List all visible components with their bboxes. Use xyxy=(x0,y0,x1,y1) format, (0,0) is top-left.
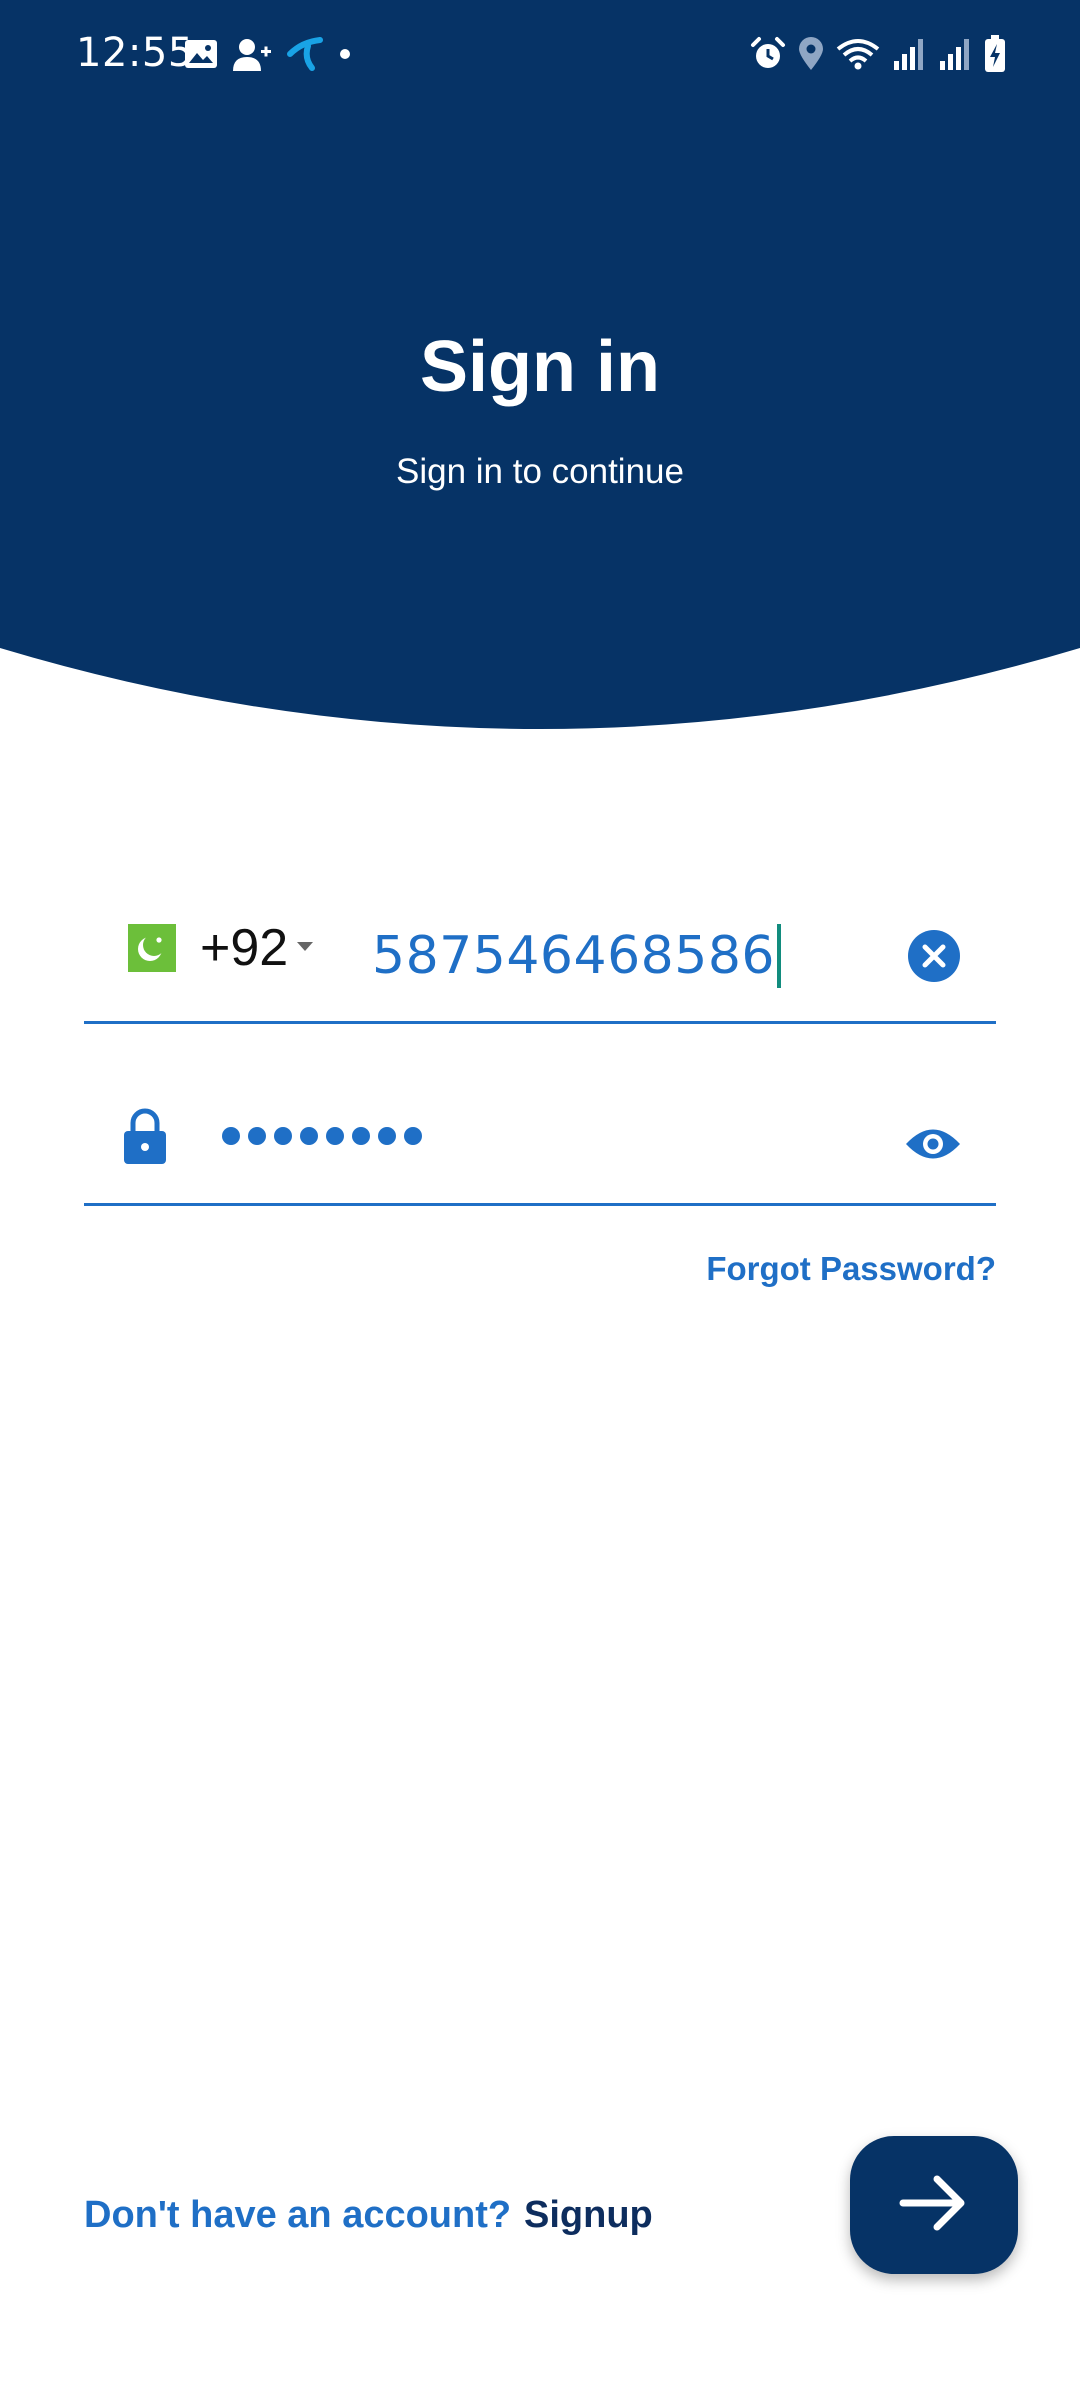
notification-dot-icon xyxy=(338,47,352,61)
battery-charging-icon xyxy=(984,35,1006,73)
clear-icon[interactable] xyxy=(906,928,962,984)
status-right-icons xyxy=(750,32,1006,76)
person-add-icon xyxy=(232,37,272,71)
country-code-selector[interactable]: +92 xyxy=(200,918,288,978)
wifi-icon xyxy=(836,37,880,71)
phone-number-input[interactable]: 587546468586 xyxy=(372,924,782,988)
password-mask-dot xyxy=(378,1127,396,1145)
page-subtitle: Sign in to continue xyxy=(396,452,684,491)
password-input[interactable] xyxy=(222,1121,422,1151)
password-mask-dot xyxy=(248,1127,266,1145)
password-mask-dot xyxy=(222,1127,240,1145)
arrow-right-icon xyxy=(899,2173,969,2238)
signal-icon xyxy=(938,37,972,71)
password-field[interactable] xyxy=(84,1085,996,1206)
text-cursor xyxy=(777,924,782,988)
chevron-down-icon[interactable] xyxy=(296,940,314,958)
password-mask-dot xyxy=(300,1127,318,1145)
location-icon xyxy=(798,37,824,71)
gallery-icon xyxy=(184,39,218,69)
password-mask-dot xyxy=(404,1127,422,1145)
pakistan-flag-icon[interactable] xyxy=(128,924,176,972)
signal-icon xyxy=(892,37,926,71)
carrier-logo-icon xyxy=(286,36,324,72)
alarm-icon xyxy=(750,36,786,72)
status-bar: 12:55 xyxy=(0,0,1080,110)
eye-icon[interactable] xyxy=(904,1123,962,1170)
page-title: Sign in xyxy=(420,327,660,407)
forgot-password-link[interactable]: Forgot Password? xyxy=(706,1250,996,1288)
password-mask-dot xyxy=(274,1127,292,1145)
status-left-icons xyxy=(184,34,352,74)
phone-number-field[interactable]: +92 587546468586 xyxy=(84,900,996,1024)
no-account-text: Don't have an account? xyxy=(84,2194,512,2236)
next-button[interactable] xyxy=(850,2136,1018,2274)
password-mask-dot xyxy=(326,1127,344,1145)
signup-link[interactable]: Signup xyxy=(524,2194,653,2237)
phone-number-value: 587546468586 xyxy=(372,926,776,986)
lock-icon xyxy=(122,1107,168,1170)
password-mask-dot xyxy=(352,1127,370,1145)
status-time: 12:55 xyxy=(76,30,194,76)
